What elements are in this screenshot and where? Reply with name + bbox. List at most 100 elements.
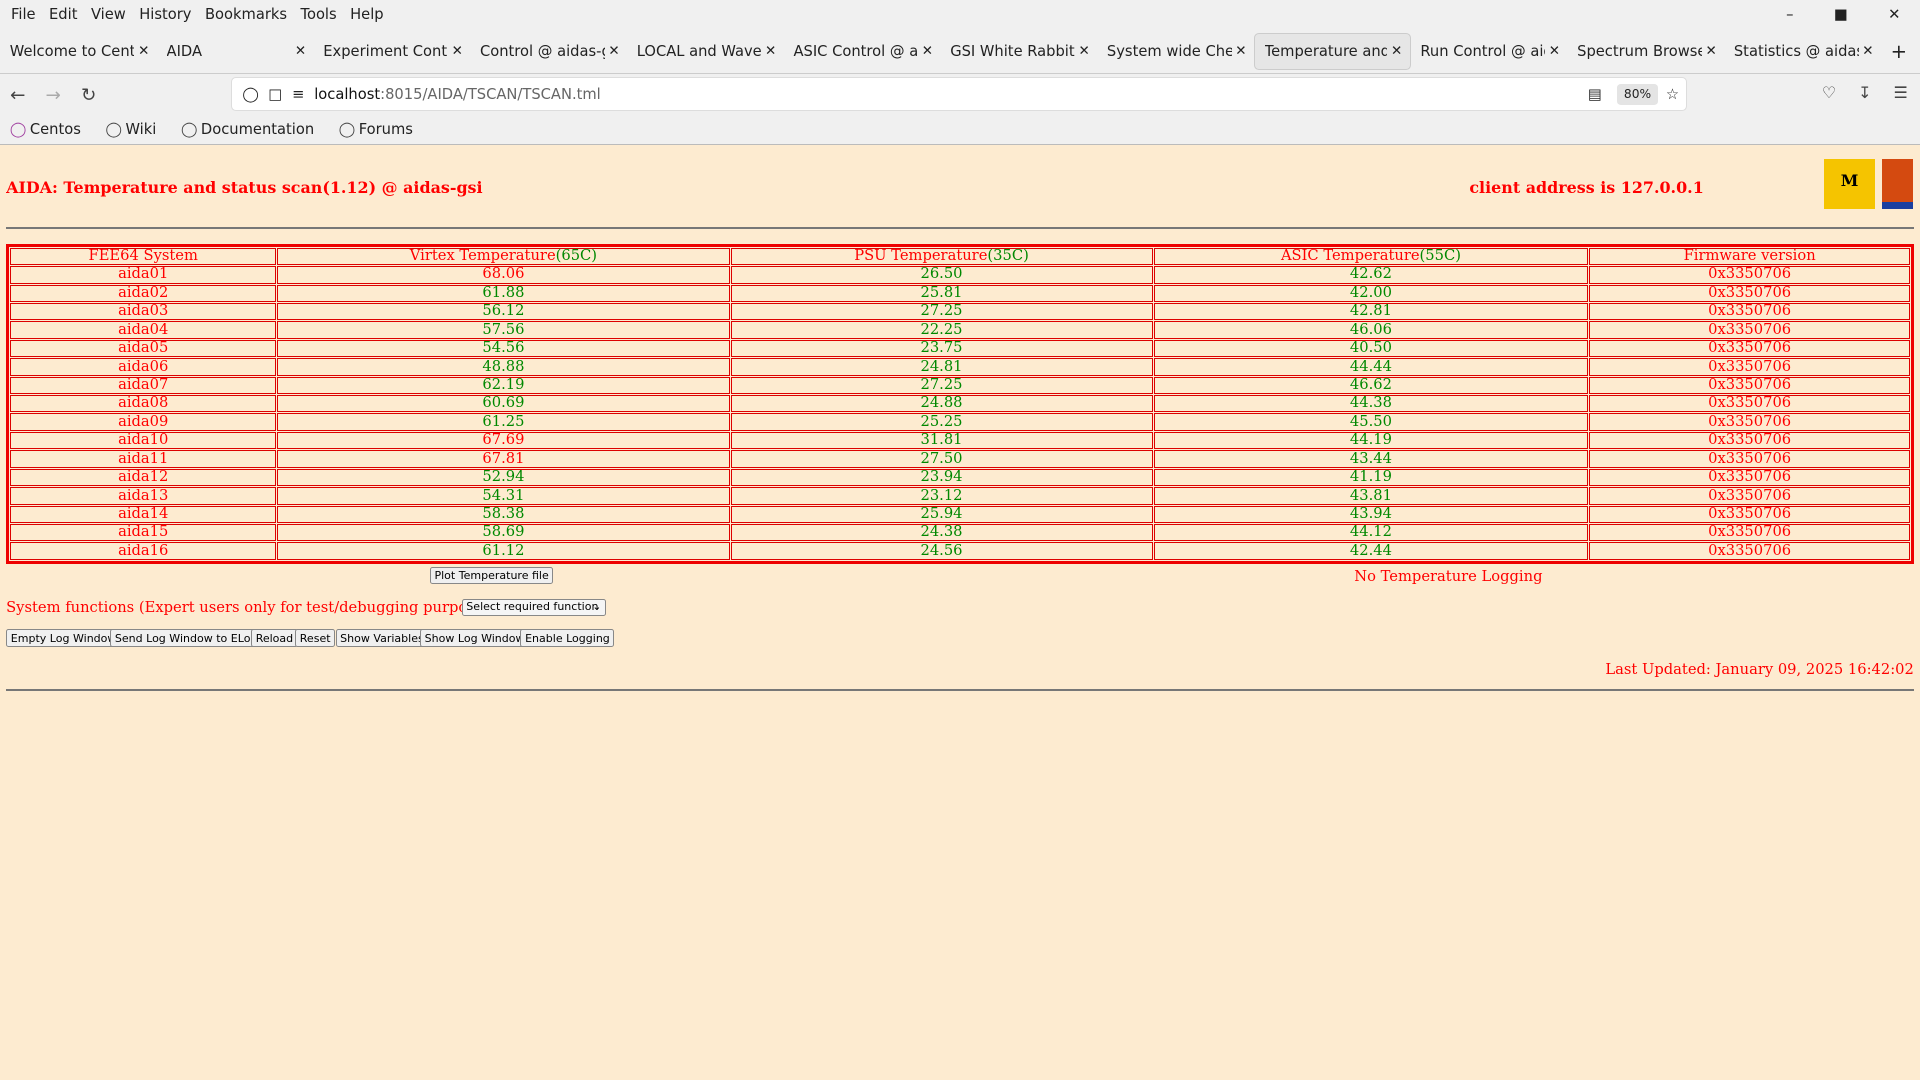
tab[interactable]: Control @ aidas-gsi✕ [470,33,627,70]
tab[interactable]: GSI White Rabbit T ✕ [940,33,1097,70]
tab[interactable]: Statistics @ aidas-gsi✕ [1724,33,1881,70]
bookmark-star-icon[interactable]: ☆ [1666,86,1679,103]
firmware-cell: 0x3350706 [1589,431,1910,450]
bookmark-documentation[interactable]: ◯ Documentation [181,121,327,138]
download-icon[interactable]: ↧ [1858,83,1871,102]
virtex-cell: 48.88 [277,358,730,376]
close-tab-icon[interactable]: ✕ [1862,44,1873,59]
permissions-icon[interactable]: ≡ [292,86,304,103]
reader-icon[interactable]: ▤ [1588,86,1602,103]
bookmark-wiki[interactable]: ◯ Wiki [105,121,168,138]
system-cell: aida02 [10,284,277,302]
new-tab-icon[interactable]: + [1891,40,1907,63]
shield-icon[interactable]: ◯ [242,86,258,103]
close-tab-icon[interactable]: ✕ [1391,44,1402,59]
reset-button[interactable]: Reset [295,629,336,647]
menu-view[interactable]: View [91,6,126,23]
pocket-icon[interactable]: ♡ [1822,83,1836,102]
enable-logging-button[interactable]: Enable Logging [520,629,615,647]
close-tab-icon[interactable]: ✕ [1235,44,1246,59]
menu-tools[interactable]: Tools [300,6,336,23]
asic-cell: 41.19 [1153,468,1589,487]
tab[interactable]: System wide Checks✕ [1097,33,1254,70]
tab-bar: Welcome to CentOS✕AIDA✕Experiment Contro… [0,29,1920,75]
close-tab-icon[interactable]: ✕ [608,44,619,59]
firmware-cell: 0x3350706 [1589,376,1910,395]
close-tab-icon[interactable]: ✕ [765,44,776,59]
virtex-cell: 57.56 [277,321,730,339]
url-bar[interactable]: ◯ □ ≡ localhost:8015/AIDA/TSCAN/TSCAN.tm… [231,77,1688,112]
maximize-icon[interactable]: ■ [1834,6,1848,23]
close-tab-icon[interactable]: ✕ [295,44,306,59]
zoom-level[interactable]: 80% [1616,83,1659,105]
tab[interactable]: Experiment Control ✕ [313,33,470,70]
tab[interactable]: Spectrum Browser ✕ [1567,33,1724,70]
table-row: aida14 58.38 25.94 43.94 0x3350706 [10,505,1910,523]
tab[interactable]: Temperature and status✕ [1253,33,1411,70]
asic-cell: 44.44 [1153,358,1589,376]
firmware-cell: 0x3350706 [1589,284,1910,302]
close-tab-icon[interactable]: ✕ [922,44,933,59]
tab-label: System wide Checks [1106,42,1232,60]
psu-cell: 31.81 [730,431,1153,450]
back-icon[interactable]: ← [0,85,36,106]
menu-edit[interactable]: Edit [49,6,77,23]
tab[interactable]: AIDA ✕ [157,33,314,70]
tab[interactable]: Run Control @ aidas ✕ [1411,33,1568,70]
system-cell: aida01 [10,266,277,284]
close-tab-icon[interactable]: ✕ [452,44,463,59]
asic-cell: 43.94 [1153,505,1589,523]
close-tab-icon[interactable]: ✕ [1705,44,1716,59]
asic-cell: 40.50 [1153,339,1589,358]
close-icon[interactable]: ✕ [1888,6,1900,23]
tab-label: ASIC Control @ aidas [793,42,919,60]
col-header-asic: ASIC Temperature(55C) [1153,247,1589,266]
menu-help[interactable]: Help [350,6,383,23]
plot-temperature-button[interactable]: Plot Temperature file [429,566,554,585]
firmware-cell: 0x3350706 [1589,450,1910,468]
reload-icon[interactable]: ↻ [71,85,107,106]
minimize-icon[interactable]: – [1786,6,1793,23]
show-variables-button[interactable]: Show Variables [335,629,429,647]
function-select[interactable]: Select required function ⌄ [461,598,607,616]
menu-history[interactable]: History [139,6,191,23]
menu-file[interactable]: File [11,6,36,23]
col-header-firmware: Firmware version [1589,247,1910,266]
virtex-cell: 67.81 [277,450,730,468]
empty-log-window-button[interactable]: Empty Log Window [6,629,122,647]
virtex-cell: 61.25 [277,413,730,431]
table-row: aida06 48.88 24.81 44.44 0x3350706 [10,358,1910,376]
asic-cell: 44.19 [1153,431,1589,450]
table-row: aida02 61.88 25.81 42.00 0x3350706 [10,284,1910,302]
bookmark-forums[interactable]: ◯ Forums [339,121,426,138]
reload-button[interactable]: Reload [251,629,298,647]
table-row: aida03 56.12 27.25 42.81 0x3350706 [10,302,1910,321]
send-log-window-to-elog-button[interactable]: Send Log Window to ELog [110,629,263,647]
virtex-cell: 61.88 [277,284,730,302]
close-tab-icon[interactable]: ✕ [138,44,149,59]
close-tab-icon[interactable]: ✕ [1079,44,1090,59]
tab-label: Run Control @ aidas [1420,42,1545,60]
asic-cell: 42.44 [1153,542,1589,560]
tab[interactable]: LOCAL and Waveform✕ [627,33,784,70]
virtex-cell: 62.19 [277,376,730,395]
menu-bookmarks[interactable]: Bookmarks [205,6,287,23]
show-log-window-button[interactable]: Show Log Window [420,629,530,647]
close-tab-icon[interactable]: ✕ [1549,44,1560,59]
table-row: aida05 54.56 23.75 40.50 0x3350706 [10,339,1910,358]
tab[interactable]: Welcome to CentOS✕ [0,33,157,70]
menu-bar: File Edit View History Bookmarks Tools Help – ■ ✕ [0,0,1920,30]
bookmark-centos[interactable]: ◯ Centos [10,121,93,138]
virtex-cell: 58.69 [277,523,730,542]
url-path: :8015/AIDA/TSCAN/TSCAN.tml [380,85,601,103]
psu-cell: 24.81 [730,358,1153,376]
psu-cell: 25.81 [730,284,1153,302]
tab[interactable]: ASIC Control @ aidas✕ [784,33,941,70]
psu-cell: 23.75 [730,339,1153,358]
table-header-row: FEE64 System Virtex Temperature(65C) PSU… [10,247,1910,266]
forward-icon[interactable]: → [36,85,72,106]
hamburger-menu-icon[interactable]: ☰ [1894,83,1908,102]
tab-label: Statistics @ aidas-gsi [1733,42,1859,60]
virtex-cell: 58.38 [277,505,730,523]
asic-cell: 42.00 [1153,284,1589,302]
